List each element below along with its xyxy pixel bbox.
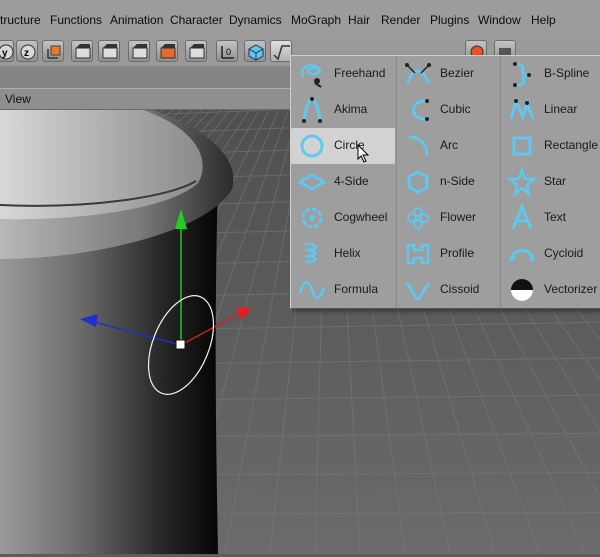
- cubic-spline-icon: [403, 95, 433, 125]
- spline-item-label: Vectorizer: [544, 282, 598, 296]
- cycloid-icon: [507, 239, 537, 269]
- freehand-spline-icon: [297, 59, 327, 89]
- spline-item-vectorizer[interactable]: Vectorizer: [501, 272, 600, 308]
- four-side-icon: [297, 167, 327, 197]
- spline-item-label: Rectangle: [544, 138, 599, 152]
- linear-spline-icon: [507, 95, 537, 125]
- spline-item-label: Bezier: [440, 66, 475, 80]
- viewport-menu-strip: View: [0, 88, 292, 110]
- spline-item-label: n-Side: [440, 174, 475, 188]
- null-object-icon[interactable]: 0: [216, 40, 238, 62]
- menu-hair[interactable]: Hair: [348, 13, 370, 27]
- undo-icon[interactable]: y: [0, 40, 14, 62]
- spline-item-text[interactable]: Text: [501, 200, 600, 236]
- spline-item-label: Helix: [334, 246, 361, 260]
- spline-item-n-side[interactable]: n-Side: [397, 164, 501, 200]
- toolbar-spacer: [0, 66, 292, 88]
- spline-item-cycloid[interactable]: Cycloid: [501, 236, 600, 272]
- spline-item-circle[interactable]: Circle: [291, 128, 395, 164]
- spline-item-label: Freehand: [334, 66, 386, 80]
- render-region-icon[interactable]: [156, 40, 178, 62]
- spline-item-helix[interactable]: Helix: [291, 236, 395, 272]
- mouse-cursor-icon: [357, 143, 371, 164]
- menu-functions[interactable]: Functions: [50, 13, 102, 27]
- cissoid-icon: [403, 275, 433, 305]
- star-icon: [506, 166, 538, 198]
- n-side-icon: [403, 167, 433, 197]
- redo-icon[interactable]: z: [16, 40, 38, 62]
- cube-primitive-icon[interactable]: [244, 40, 266, 62]
- rectangle-icon: [507, 131, 537, 161]
- akima-spline-icon: [297, 95, 327, 125]
- spline-item-label: Linear: [544, 102, 578, 116]
- spline-item-arc[interactable]: Arc: [397, 128, 501, 164]
- spline-item-formula[interactable]: Formula: [291, 272, 395, 308]
- arc-icon: [403, 131, 433, 161]
- menu-character[interactable]: Character: [170, 13, 223, 27]
- spline-item-label: Star: [544, 174, 567, 188]
- spline-item-label: Text: [544, 210, 567, 224]
- spline-item-akima[interactable]: Akima: [291, 92, 395, 128]
- spline-item-label: Cissoid: [440, 282, 480, 296]
- spline-item-cogwheel[interactable]: Cogwheel: [291, 200, 395, 236]
- menu-help[interactable]: Help: [531, 13, 556, 27]
- svg-text:y: y: [2, 48, 8, 59]
- menu-render[interactable]: Render: [381, 13, 420, 27]
- spline-item-label: Cubic: [440, 102, 471, 116]
- render-view-icon[interactable]: [71, 40, 93, 62]
- bezier-spline-icon: [403, 59, 433, 89]
- cogwheel-icon: [297, 203, 327, 233]
- circle-icon: [297, 131, 327, 161]
- menu-mograph[interactable]: MoGraph: [291, 13, 341, 27]
- spline-item-label: Cycloid: [544, 246, 584, 260]
- formula-icon: [297, 275, 327, 305]
- spline-item-label: Akima: [334, 102, 368, 116]
- menu-dynamics[interactable]: Dynamics: [229, 13, 282, 27]
- spline-item-rectangle[interactable]: Rectangle: [501, 128, 600, 164]
- spline-item-linear[interactable]: Linear: [501, 92, 600, 128]
- spline-item-label: Arc: [440, 138, 458, 152]
- menu-animation[interactable]: Animation: [110, 13, 163, 27]
- menu-bar: tructure Functions Animation Character D…: [0, 0, 600, 39]
- spline-item-star[interactable]: Star: [501, 164, 600, 200]
- spline-item-label: Profile: [440, 246, 475, 260]
- flower-icon: [403, 203, 433, 233]
- spline-item-label: Cogwheel: [334, 210, 388, 224]
- spline-item-profile[interactable]: Profile: [397, 236, 501, 272]
- b-spline-icon: [507, 59, 537, 89]
- spline-item-cubic[interactable]: Cubic: [397, 92, 501, 128]
- spline-item-bezier[interactable]: Bezier: [397, 56, 501, 92]
- spline-item-cissoid[interactable]: Cissoid: [397, 272, 501, 308]
- spline-item-b-spline[interactable]: B-Spline: [501, 56, 600, 92]
- spline-item-4-side[interactable]: 4-Side: [291, 164, 395, 200]
- render-settings-icon[interactable]: [128, 40, 150, 62]
- spline-tool-icon[interactable]: [270, 40, 292, 62]
- text-spline-icon: [507, 203, 537, 233]
- render-queue-icon[interactable]: [185, 40, 207, 62]
- spline-object-menu: Freehand Akima Circle 4-Side Cogwheel Helix Fo…: [290, 55, 600, 309]
- menu-structure[interactable]: tructure: [0, 13, 41, 27]
- spline-item-flower[interactable]: Flower: [397, 200, 501, 236]
- spline-item-freehand[interactable]: Freehand: [291, 56, 395, 92]
- profile-icon: [403, 239, 433, 269]
- spline-item-label: B-Spline: [544, 66, 590, 80]
- view-menu[interactable]: View: [5, 92, 31, 106]
- spline-item-label: Formula: [334, 282, 379, 296]
- svg-text:0: 0: [226, 47, 231, 57]
- axis-tool-icon[interactable]: [42, 40, 64, 62]
- menu-plugins[interactable]: Plugins: [430, 13, 469, 27]
- menu-window[interactable]: Window: [478, 13, 521, 27]
- spline-item-label: Flower: [440, 210, 477, 224]
- helix-icon: [297, 239, 327, 269]
- render-picture-viewer-icon[interactable]: [98, 40, 120, 62]
- svg-text:z: z: [24, 48, 29, 59]
- vectorizer-icon: [507, 275, 537, 305]
- spline-item-label: 4-Side: [334, 174, 369, 188]
